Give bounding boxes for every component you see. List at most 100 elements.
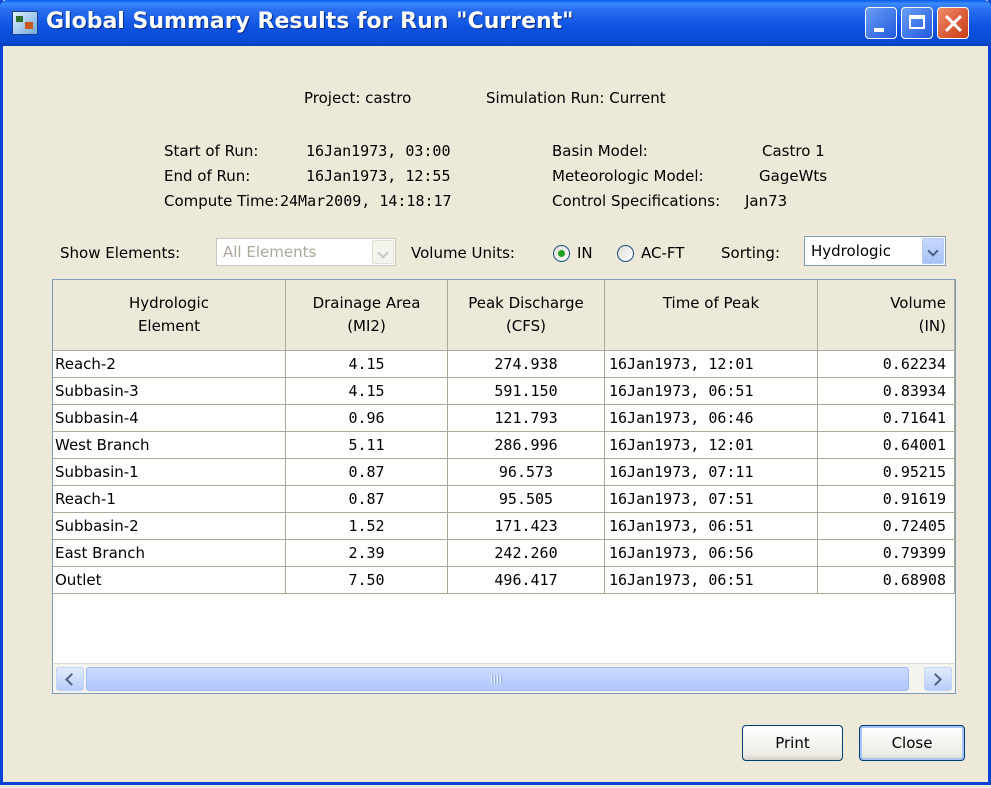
start-of-run-label: Start of Run: xyxy=(164,142,259,160)
cell-time-of-peak[interactable]: 16Jan1973, 07:11 xyxy=(605,459,818,486)
cell-time-of-peak[interactable]: 16Jan1973, 07:51 xyxy=(605,486,818,513)
cell-element[interactable]: Reach-1 xyxy=(53,486,286,513)
header-line2: (CFS) xyxy=(505,317,547,335)
cell-volume[interactable]: 0.71641 xyxy=(818,405,955,432)
cell-drainage-area[interactable]: 7.50 xyxy=(286,567,448,594)
cell-peak-discharge[interactable]: 121.793 xyxy=(448,405,605,432)
cell-element[interactable]: Reach-2 xyxy=(53,351,286,378)
header-line2: (MI2) xyxy=(347,317,386,335)
results-table: Hydrologic Element Drainage Area (MI2) P… xyxy=(52,279,956,694)
cell-drainage-area[interactable]: 4.15 xyxy=(286,378,448,405)
cell-volume[interactable]: 0.72405 xyxy=(818,513,955,540)
cell-element[interactable]: Subbasin-3 xyxy=(53,378,286,405)
cell-volume[interactable]: 0.79399 xyxy=(818,540,955,567)
compute-time-value: 24Mar2009, 14:18:17 xyxy=(280,192,452,210)
show-elements-value: All Elements xyxy=(223,243,317,261)
cell-peak-discharge[interactable]: 96.573 xyxy=(448,459,605,486)
cell-volume[interactable]: 0.68908 xyxy=(818,567,955,594)
cell-element[interactable]: East Branch xyxy=(53,540,286,567)
title-bar[interactable]: Global Summary Results for Run "Current" xyxy=(0,0,991,46)
header-line1: Hydrologic xyxy=(129,294,209,312)
cell-element[interactable]: Subbasin-2 xyxy=(53,513,286,540)
maximize-button[interactable] xyxy=(901,7,933,39)
cell-peak-discharge[interactable]: 591.150 xyxy=(448,378,605,405)
header-line1: Drainage Area xyxy=(312,294,421,312)
close-button[interactable]: Close xyxy=(859,725,965,761)
header-line1: Peak Discharge xyxy=(468,294,584,312)
column-header-element[interactable]: Hydrologic Element xyxy=(53,280,286,351)
header-line2: (IN) xyxy=(918,317,946,335)
cell-volume[interactable]: 0.62234 xyxy=(818,351,955,378)
cell-element[interactable]: West Branch xyxy=(53,432,286,459)
header-line2: Element xyxy=(137,317,201,335)
end-of-run-value: 16Jan1973, 12:55 xyxy=(306,167,451,185)
cell-volume[interactable]: 0.83934 xyxy=(818,378,955,405)
cell-volume[interactable]: 0.64001 xyxy=(818,432,955,459)
cell-volume[interactable]: 0.91619 xyxy=(818,486,955,513)
show-elements-label: Show Elements: xyxy=(60,244,181,262)
show-elements-dropdown[interactable]: All Elements xyxy=(216,238,396,266)
basin-model-value: Castro 1 xyxy=(762,142,825,160)
meteorologic-model-value: GageWts xyxy=(759,167,828,185)
compute-time-label: Compute Time: xyxy=(164,192,279,210)
unit-in-radio[interactable] xyxy=(553,245,570,262)
control-specifications-label: Control Specifications: xyxy=(552,192,721,210)
cell-drainage-area[interactable]: 0.96 xyxy=(286,405,448,432)
cell-drainage-area[interactable]: 0.87 xyxy=(286,486,448,513)
meteorologic-model-label: Meteorologic Model: xyxy=(552,167,704,185)
cell-time-of-peak[interactable]: 16Jan1973, 12:01 xyxy=(605,432,818,459)
grip-icon xyxy=(491,675,503,684)
cell-time-of-peak[interactable]: 16Jan1973, 06:51 xyxy=(605,513,818,540)
cell-peak-discharge[interactable]: 242.260 xyxy=(448,540,605,567)
cell-drainage-area[interactable]: 2.39 xyxy=(286,540,448,567)
cell-peak-discharge[interactable]: 496.417 xyxy=(448,567,605,594)
cell-drainage-area[interactable]: 4.15 xyxy=(286,351,448,378)
scroll-left-icon[interactable] xyxy=(56,667,84,691)
cell-time-of-peak[interactable]: 16Jan1973, 06:56 xyxy=(605,540,818,567)
horizontal-scrollbar[interactable] xyxy=(53,663,955,693)
chevron-down-icon xyxy=(372,240,394,264)
project-label: Project: castro xyxy=(304,89,412,107)
volume-units-label: Volume Units: xyxy=(411,244,515,262)
basin-model-label: Basin Model: xyxy=(552,142,648,160)
unit-in-label[interactable]: IN xyxy=(577,244,593,262)
sorting-label: Sorting: xyxy=(721,244,780,262)
cell-time-of-peak[interactable]: 16Jan1973, 06:51 xyxy=(605,378,818,405)
unit-acft-label[interactable]: AC-FT xyxy=(641,244,684,262)
window-title: Global Summary Results for Run "Current" xyxy=(46,9,574,34)
cell-drainage-area[interactable]: 5.11 xyxy=(286,432,448,459)
control-specifications-value: Jan73 xyxy=(745,192,788,210)
scroll-right-icon[interactable] xyxy=(924,667,952,691)
start-of-run-value: 16Jan1973, 03:00 xyxy=(306,142,451,160)
minimize-button[interactable] xyxy=(865,7,897,39)
cell-time-of-peak[interactable]: 16Jan1973, 12:01 xyxy=(605,351,818,378)
cell-time-of-peak[interactable]: 16Jan1973, 06:51 xyxy=(605,567,818,594)
scrollbar-thumb[interactable] xyxy=(86,667,909,691)
cell-drainage-area[interactable]: 0.87 xyxy=(286,459,448,486)
cell-element[interactable]: Subbasin-1 xyxy=(53,459,286,486)
cell-peak-discharge[interactable]: 171.423 xyxy=(448,513,605,540)
cell-time-of-peak[interactable]: 16Jan1973, 06:46 xyxy=(605,405,818,432)
simulation-run-label: Simulation Run: Current xyxy=(486,89,666,107)
end-of-run-label: End of Run: xyxy=(164,167,251,185)
column-header-time-of-peak[interactable]: Time of Peak xyxy=(605,280,818,351)
cell-peak-discharge[interactable]: 95.505 xyxy=(448,486,605,513)
app-icon xyxy=(12,11,38,35)
unit-acft-radio[interactable] xyxy=(617,245,634,262)
column-header-peak-discharge[interactable]: Peak Discharge (CFS) xyxy=(448,280,605,351)
print-button[interactable]: Print xyxy=(742,725,843,761)
cell-peak-discharge[interactable]: 274.938 xyxy=(448,351,605,378)
sorting-dropdown[interactable]: Hydrologic xyxy=(804,236,946,266)
column-header-volume[interactable]: Volume (IN) xyxy=(818,280,955,351)
column-header-drainage-area[interactable]: Drainage Area (MI2) xyxy=(286,280,448,351)
close-window-button[interactable] xyxy=(937,7,969,39)
cell-drainage-area[interactable]: 1.52 xyxy=(286,513,448,540)
cell-peak-discharge[interactable]: 286.996 xyxy=(448,432,605,459)
cell-element[interactable]: Outlet xyxy=(53,567,286,594)
cell-volume[interactable]: 0.95215 xyxy=(818,459,955,486)
header-line1: Time of Peak xyxy=(662,294,760,312)
cell-element[interactable]: Subbasin-4 xyxy=(53,405,286,432)
header-line1: Volume xyxy=(890,294,946,312)
sorting-value: Hydrologic xyxy=(811,242,891,260)
chevron-down-icon xyxy=(922,238,944,264)
